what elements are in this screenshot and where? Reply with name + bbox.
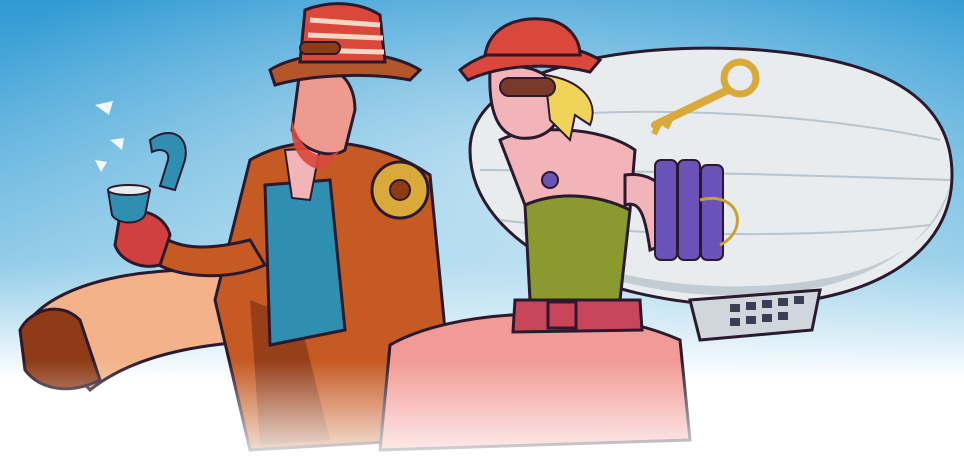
lady-corset <box>523 194 632 302</box>
teacup <box>106 184 152 224</box>
airship-gondola <box>688 288 822 342</box>
illustration-canvas <box>0 0 964 474</box>
necklace-pendant <box>541 171 559 189</box>
gear-icon <box>370 160 430 220</box>
bottom-fade <box>0 360 964 474</box>
gentleman-vest <box>263 178 347 347</box>
steampunk-illustration <box>0 0 964 474</box>
goggles <box>499 77 556 97</box>
